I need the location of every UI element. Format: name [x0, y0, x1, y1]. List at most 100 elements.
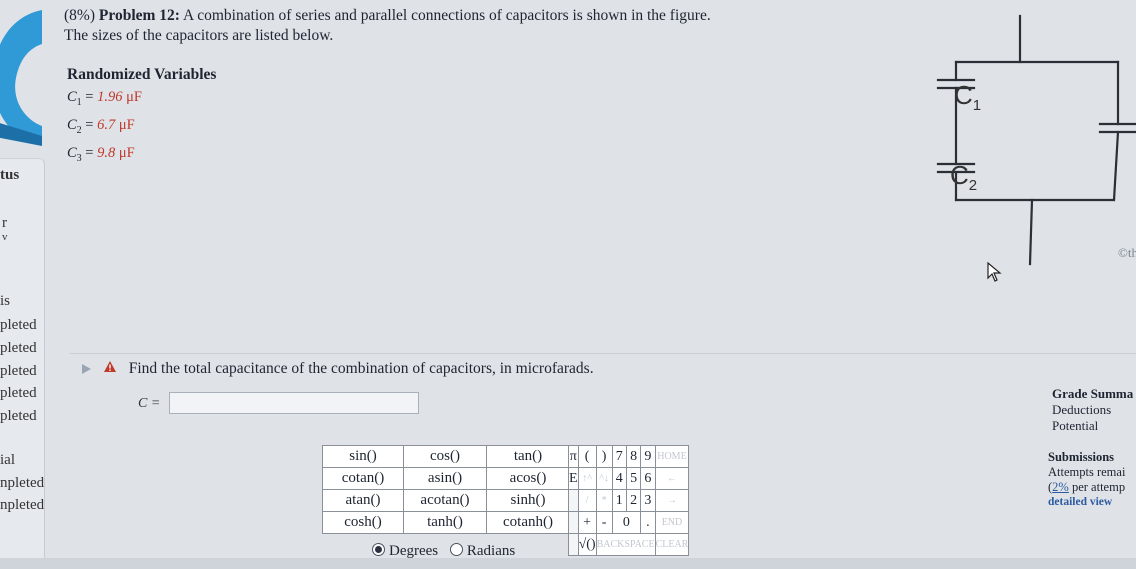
key-3[interactable]: 3	[640, 489, 656, 512]
randomized-variables-title: Randomized Variables	[67, 66, 217, 83]
label-c2: C2	[950, 160, 978, 195]
mouse-cursor-icon	[987, 261, 1003, 287]
key-blank-3	[568, 533, 579, 556]
key-blank-2	[568, 511, 579, 534]
key-tanh[interactable]: tanh()	[403, 511, 487, 534]
grade-summary-title: Grade Summa	[1052, 386, 1134, 401]
warning-icon	[103, 360, 117, 378]
problem-text: A combination of series and parallel con…	[182, 7, 711, 24]
key-down-power[interactable]: ^↓	[595, 467, 613, 490]
key-cos[interactable]: cos()	[403, 445, 487, 468]
attempts-remaining: Attempts remai	[1048, 465, 1126, 479]
key-clear[interactable]: CLEAR	[654, 533, 690, 556]
sidebar-item-status[interactable]: tus	[0, 167, 19, 184]
sidebar-item-r[interactable]: r	[2, 215, 7, 232]
sidebar: tus r v is pleted pleted pleted pleted p…	[0, 158, 45, 559]
sidebar-item-completed-6[interactable]: npleted	[0, 475, 44, 492]
number-pad: π ( ) 7 8 9 HOME E ↑^ ^↓ 4 5 6 ← / * 1 2…	[568, 445, 690, 556]
key-1[interactable]: 1	[611, 489, 627, 512]
key-acotan[interactable]: acotan()	[403, 489, 487, 512]
key-acos[interactable]: acos()	[486, 467, 570, 490]
key-open-paren[interactable]: (	[577, 445, 597, 468]
key-8[interactable]: 8	[625, 445, 642, 468]
expand-arrow-icon[interactable]	[82, 364, 91, 375]
page: tus r v is pleted pleted pleted pleted p…	[0, 0, 1136, 569]
problem-label: Problem 12:	[98, 7, 180, 24]
circuit-figure: C1 C2 C ©theexper	[932, 8, 1136, 288]
key-multiply[interactable]: *	[595, 489, 613, 512]
key-close-paren[interactable]: )	[595, 445, 613, 468]
detailed-view-link[interactable]: detailed view	[1048, 495, 1125, 510]
label-c1: C1	[954, 80, 982, 115]
key-left-arrow[interactable]: ←	[654, 467, 690, 490]
key-sqrt[interactable]: √()	[577, 533, 597, 556]
key-atan[interactable]: atan()	[322, 489, 404, 512]
radians-radio[interactable]	[449, 543, 463, 556]
key-7[interactable]: 7	[611, 445, 627, 468]
variable-c3-value: 9.8	[97, 144, 116, 161]
key-cotanh[interactable]: cotanh()	[486, 511, 570, 534]
figure-copyright: ©theexper	[1118, 245, 1136, 260]
key-2[interactable]: 2	[625, 489, 642, 512]
key-home[interactable]: HOME	[654, 445, 690, 468]
per-attempt: (2% per attemp	[1048, 480, 1126, 494]
sidebar-item-completed-5[interactable]: pleted	[0, 408, 37, 425]
key-end[interactable]: END	[654, 511, 690, 534]
deductions-label: Deductions	[1052, 402, 1112, 417]
key-up-power[interactable]: ↑^	[577, 467, 597, 490]
sidebar-item-is[interactable]: is	[0, 293, 10, 310]
key-9[interactable]: 9	[640, 445, 656, 468]
key-backspace[interactable]: BACKSPACE	[595, 533, 656, 556]
logo	[0, 8, 42, 146]
variable-c2: C2 = 6.7 μF	[67, 116, 135, 136]
key-tan[interactable]: tan()	[486, 445, 570, 468]
sidebar-item-v[interactable]: v	[2, 231, 8, 243]
sidebar-item-completed-1[interactable]: pleted	[0, 317, 37, 334]
sidebar-item-completed-3[interactable]: pleted	[0, 363, 37, 380]
problem-text-2: The sizes of the capacitors are listed b…	[64, 27, 334, 44]
key-asin[interactable]: asin()	[403, 467, 487, 490]
variable-c3: C3 = 9.8 μF	[67, 144, 135, 164]
key-minus[interactable]: -	[595, 511, 613, 534]
sidebar-item-completed-4[interactable]: pleted	[0, 385, 37, 402]
problem-percent: (8%)	[64, 7, 95, 24]
radians-label: Radians	[466, 543, 516, 559]
key-pi[interactable]: π	[568, 445, 579, 468]
variable-c1-value: 1.96	[97, 89, 123, 105]
key-sinh[interactable]: sinh()	[486, 489, 570, 512]
sidebar-item-completed-7[interactable]: npleted	[0, 497, 44, 514]
degrees-label: Degrees	[389, 543, 439, 559]
variable-c2-value: 6.7	[97, 116, 116, 133]
sidebar-item-completed-2[interactable]: pleted	[0, 340, 37, 357]
key-sin[interactable]: sin()	[322, 445, 404, 468]
potential-label: Potential	[1052, 418, 1099, 433]
degrees-radio[interactable]	[372, 543, 385, 556]
key-blank-1	[568, 489, 579, 512]
key-5[interactable]: 5	[625, 467, 642, 490]
submissions-title: Submissions	[1048, 450, 1115, 464]
randomized-variables: Randomized Variables C1 = 1.96 μF C2 = 6…	[67, 64, 216, 170]
answer-label: C =	[138, 396, 161, 411]
question-text: Find the total capacitance of the combin…	[128, 360, 594, 377]
sidebar-item-ial[interactable]: ial	[0, 452, 15, 469]
key-cosh[interactable]: cosh()	[322, 511, 404, 534]
question-row: Find the total capacitance of the combin…	[82, 360, 594, 378]
key-e[interactable]: E	[568, 467, 579, 490]
bottom-bar	[0, 558, 1136, 569]
function-keys: sin() cos() tan() cotan() asin() acos() …	[322, 445, 570, 534]
answer-input[interactable]	[169, 392, 419, 414]
key-divide[interactable]: /	[577, 489, 597, 512]
problem-statement: (8%) Problem 12: A combination of series…	[64, 6, 844, 46]
key-6[interactable]: 6	[640, 467, 656, 490]
key-cotan[interactable]: cotan()	[322, 467, 404, 490]
key-4[interactable]: 4	[611, 467, 627, 490]
variable-c1: C1 = 1.96 μF	[67, 89, 142, 108]
key-right-arrow[interactable]: →	[654, 489, 690, 512]
key-decimal[interactable]: .	[640, 511, 656, 534]
submissions-panel: Submissions Attempts remai (2% per attem…	[1048, 450, 1125, 510]
key-plus[interactable]: +	[577, 511, 597, 534]
main-content: (8%) Problem 12: A combination of series…	[52, 0, 1136, 569]
circuit-diagram	[936, 14, 1136, 266]
per-attempt-link[interactable]: 2%	[1052, 480, 1069, 494]
key-0[interactable]: 0	[611, 511, 642, 534]
